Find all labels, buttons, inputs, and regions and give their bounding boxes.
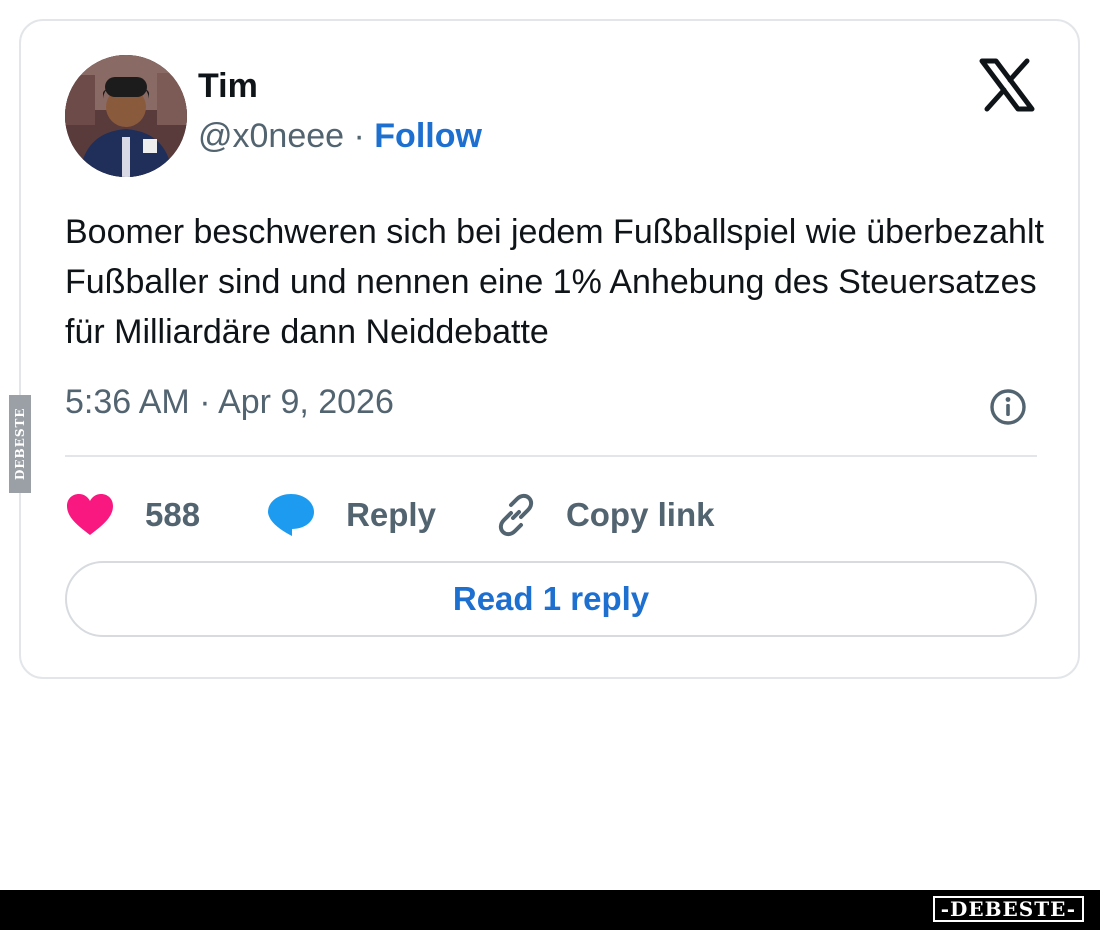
follow-button[interactable]: Follow bbox=[374, 117, 482, 155]
read-replies-button[interactable]: Read 1 reply bbox=[65, 561, 1037, 637]
x-logo-icon[interactable] bbox=[979, 57, 1035, 113]
footer-bar: -DEBESTE- bbox=[0, 890, 1100, 930]
tweet-card: Tim @x0neee · Follow Boomer beschweren s… bbox=[19, 19, 1080, 679]
like-button[interactable]: 588 bbox=[65, 493, 200, 537]
author-name[interactable]: Tim bbox=[198, 67, 258, 106]
tweet-timestamp[interactable]: 5:36 AM · Apr 9, 2026 bbox=[65, 383, 394, 422]
link-icon bbox=[498, 493, 534, 537]
heart-icon bbox=[67, 494, 113, 535]
copy-link-button[interactable]: Copy link bbox=[492, 491, 715, 539]
side-watermark: DEBESTE bbox=[9, 395, 31, 493]
copy-link-label: Copy link bbox=[565, 496, 715, 533]
footer-watermark-logo: -DEBESTE- bbox=[932, 896, 1084, 922]
avatar-image bbox=[65, 55, 187, 177]
reply-button[interactable]: Reply bbox=[266, 492, 436, 538]
speech-bubble-icon bbox=[268, 494, 315, 536]
author-meta: @x0neee · Follow bbox=[198, 117, 482, 156]
info-icon[interactable] bbox=[989, 388, 1027, 426]
author-handle[interactable]: @x0neee bbox=[198, 117, 344, 155]
action-bar: 588 Reply Copy link bbox=[65, 487, 714, 543]
meta-separator: · bbox=[344, 117, 375, 155]
like-count: 588 bbox=[145, 496, 201, 533]
tweet-text: Boomer beschweren sich bei jedem Fußball… bbox=[65, 213, 1044, 351]
avatar[interactable] bbox=[65, 55, 187, 177]
reply-label: Reply bbox=[346, 496, 436, 533]
divider bbox=[65, 455, 1037, 457]
